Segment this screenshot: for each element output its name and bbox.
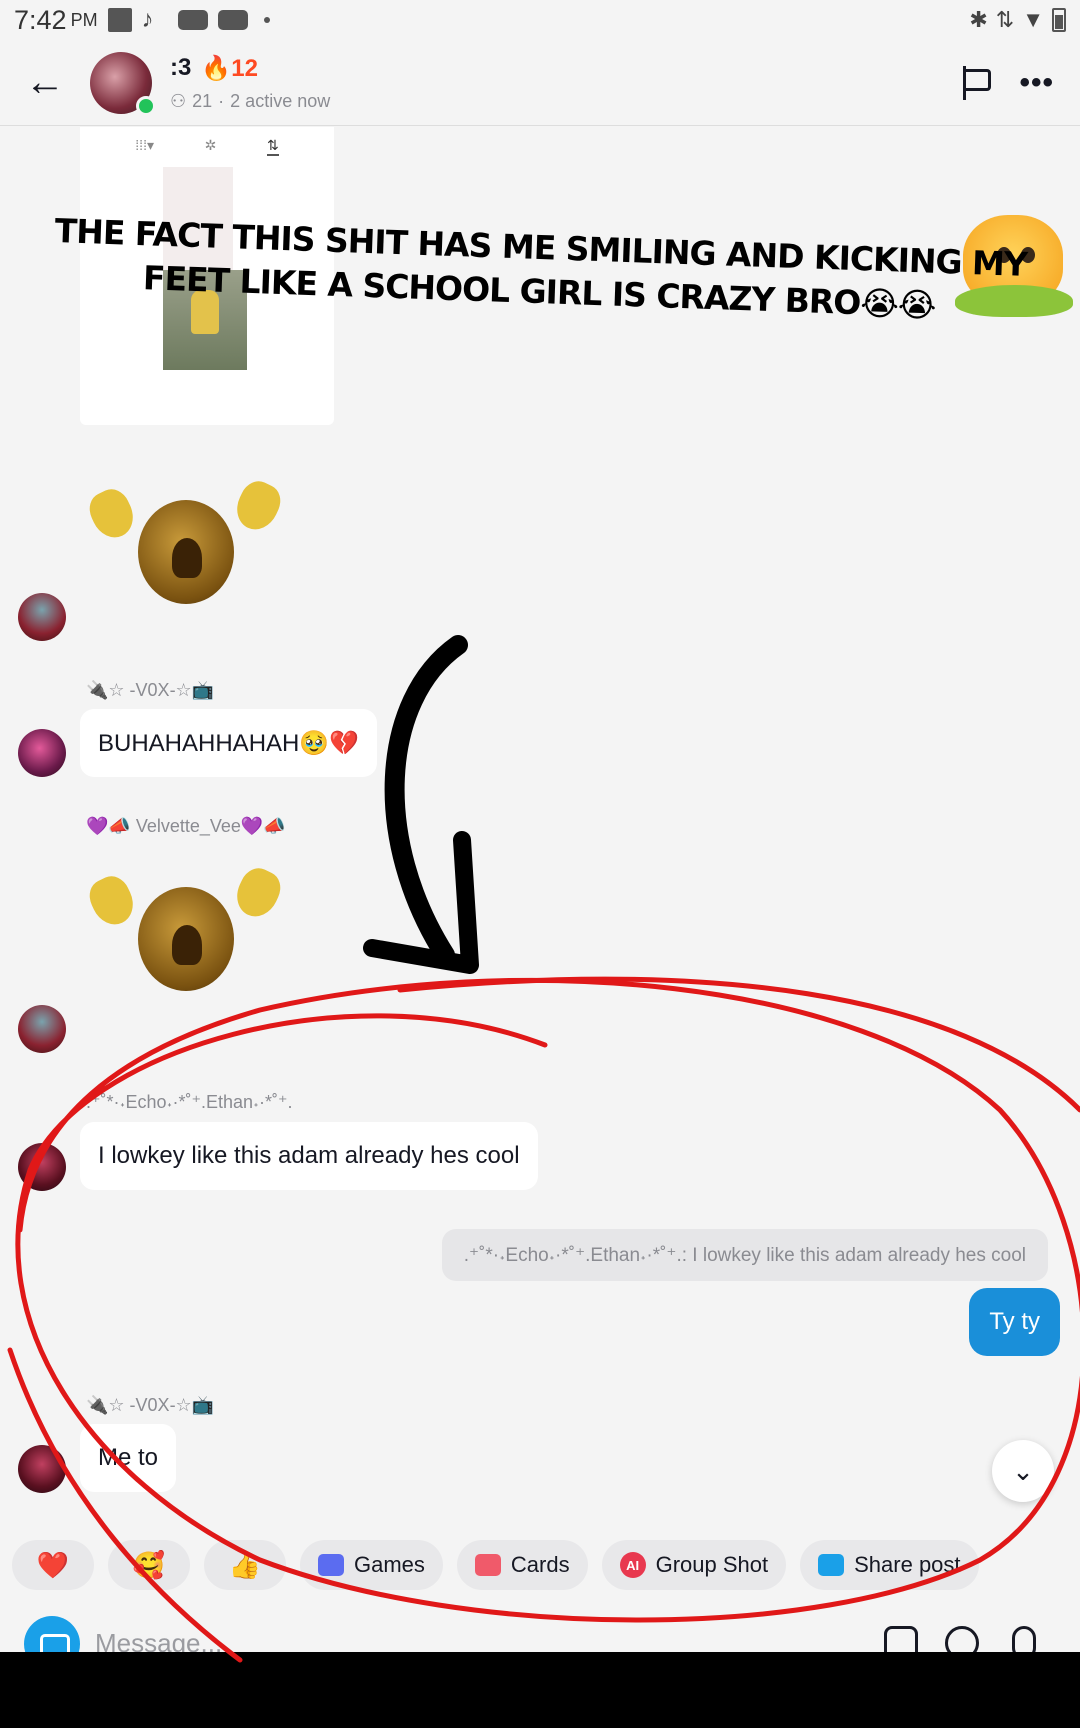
ai-icon: AI bbox=[619, 1552, 646, 1578]
scroll-to-bottom-button[interactable]: ⌄ bbox=[992, 1440, 1054, 1502]
message-list[interactable]: ⁞⁞⁞▾ ✲ ⇅ 🔌☆ -V0X-☆📺 BUHAHAHHAHAH🥹💔 💜📣 Ve… bbox=[0, 127, 1080, 1527]
my-message-bubble[interactable]: Ty ty bbox=[969, 1288, 1060, 1356]
reply-quote[interactable]: .⁺˚*·˖Echo˖·*˚⁺.Ethan˖·*˚⁺.: I lowkey li… bbox=[441, 1229, 1048, 1281]
share-post-button[interactable]: Share post bbox=[800, 1540, 979, 1590]
wifi-icon: ▼ bbox=[1022, 7, 1044, 32]
avatar[interactable] bbox=[18, 1005, 66, 1053]
notification-icon bbox=[107, 8, 132, 32]
tiktok-icon: ♪ bbox=[141, 6, 154, 33]
fire-icon: 🔥 bbox=[201, 54, 232, 82]
back-arrow-icon: ← bbox=[25, 60, 65, 104]
battery-icon bbox=[1052, 8, 1066, 32]
active-now-text: 2 active now bbox=[230, 90, 331, 111]
more-notifications-icon bbox=[263, 17, 270, 23]
avatar[interactable] bbox=[18, 1445, 66, 1493]
group-shot-button[interactable]: AI Group Shot bbox=[601, 1540, 787, 1590]
chat-header: ← :3 🔥12 ⚇ 21 · 2 active now ••• bbox=[0, 40, 1080, 126]
message-bubble[interactable]: I lowkey like this adam already hes cool bbox=[80, 1122, 538, 1190]
status-time: 7:42 bbox=[14, 4, 67, 35]
avatar[interactable] bbox=[18, 593, 66, 641]
status-ampm: PM bbox=[70, 9, 98, 30]
online-indicator bbox=[136, 95, 156, 116]
games-button[interactable]: Games bbox=[300, 1540, 443, 1590]
youtube-icon bbox=[217, 10, 248, 30]
chevron-down-icon: ⌄ bbox=[1012, 1455, 1034, 1486]
share-post-label: Share post bbox=[854, 1552, 961, 1577]
status-bar: 7:42 PM ♪ ✱ ⇅ ▼ bbox=[0, 0, 1080, 40]
data-arrows-icon: ⇅ bbox=[995, 7, 1015, 32]
cards-icon bbox=[474, 1554, 501, 1576]
card-tab: ✲ bbox=[204, 137, 217, 153]
thumbs-up-reaction-button[interactable]: 👍 bbox=[204, 1540, 286, 1590]
back-button[interactable]: ← bbox=[0, 40, 90, 126]
member-count: 21 bbox=[192, 90, 213, 111]
streak-count: 12 bbox=[231, 54, 258, 82]
emoji-icon[interactable] bbox=[945, 1626, 979, 1652]
separator: · bbox=[218, 90, 225, 111]
report-flag-icon[interactable] bbox=[961, 65, 992, 100]
card-tab: ⁞⁞⁞▾ bbox=[135, 137, 154, 153]
chat-title: :3 bbox=[170, 54, 192, 81]
cards-button[interactable]: Cards bbox=[456, 1540, 588, 1590]
avatar[interactable] bbox=[18, 729, 66, 777]
youtube-icon bbox=[177, 10, 208, 30]
heart-reaction-button[interactable]: ❤️ bbox=[12, 1540, 94, 1590]
cards-label: Cards bbox=[510, 1552, 570, 1577]
gamepad-icon bbox=[318, 1554, 344, 1576]
more-options-icon[interactable]: ••• bbox=[1019, 66, 1054, 100]
microphone-icon[interactable] bbox=[1012, 1626, 1036, 1652]
message-bubble[interactable]: BUHAHAHHAHAH🥹💔 bbox=[80, 709, 378, 777]
sender-name: 💜📣 Velvette_Vee💜📣 bbox=[86, 816, 286, 836]
card-tabs: ⁞⁞⁞▾ ✲ ⇅ bbox=[80, 127, 334, 166]
group-shot-label: Group Shot bbox=[655, 1552, 769, 1577]
message-input[interactable]: Message... bbox=[95, 1628, 222, 1652]
system-nav-bar bbox=[0, 1652, 1080, 1728]
bear-sticker[interactable] bbox=[83, 475, 287, 612]
streak-badge: 🔥12 bbox=[201, 54, 258, 83]
avatar[interactable] bbox=[18, 1143, 66, 1191]
share-post-icon bbox=[818, 1554, 845, 1576]
group-avatar[interactable] bbox=[90, 51, 156, 116]
camera-icon[interactable] bbox=[24, 1616, 80, 1652]
message-input-bar: Message... bbox=[0, 1608, 1080, 1652]
love-face-reaction-button[interactable]: 🥰 bbox=[108, 1540, 190, 1590]
sender-name: .⁺˚*·˖Echo˖·*˚⁺.Ethan˖·*˚⁺. bbox=[86, 1092, 293, 1112]
image-icon[interactable] bbox=[884, 1626, 918, 1652]
chat-title-block[interactable]: :3 🔥12 ⚇ 21 · 2 active now bbox=[170, 54, 330, 112]
quick-actions-bar: ❤️ 🥰 👍 Games Cards AI Group Shot Share p… bbox=[12, 1540, 979, 1590]
sender-name: 🔌☆ -V0X-☆📺 bbox=[86, 1395, 215, 1415]
bluetooth-icon: ✱ bbox=[969, 7, 988, 32]
bear-sticker[interactable] bbox=[83, 862, 287, 999]
card-tab: ⇅ bbox=[266, 137, 279, 156]
members-icon: ⚇ bbox=[170, 90, 187, 111]
message-bubble[interactable]: Me to bbox=[80, 1424, 177, 1492]
games-label: Games bbox=[354, 1552, 425, 1577]
sender-name: 🔌☆ -V0X-☆📺 bbox=[86, 680, 215, 700]
